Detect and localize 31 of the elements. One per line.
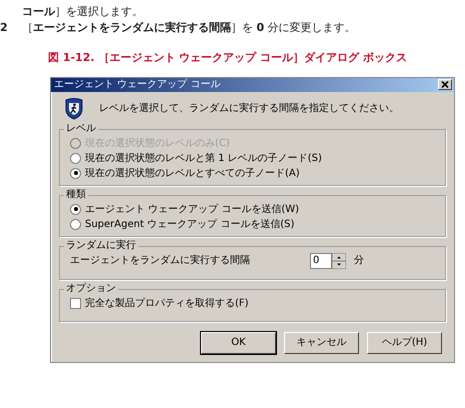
close-icon xyxy=(441,81,449,88)
radio-label: 現在の選択状態のレベルのみ(C) xyxy=(85,136,230,150)
doc-text: ［エージェントをランダムに実行する間隔］を 0 分に変更します。 xyxy=(22,20,356,36)
step-number: 2 xyxy=(0,20,9,36)
radio-label[interactable]: 現在の選択状態のレベルと第 1 レベルの子ノード(S) xyxy=(85,150,322,166)
close-button[interactable] xyxy=(438,79,452,90)
number-field[interactable]: 0 xyxy=(310,252,332,268)
dialog-button[interactable]: キャンセル xyxy=(284,332,359,354)
unit-label: 分 xyxy=(354,254,364,268)
shield-icon xyxy=(65,98,83,120)
group-label: レベル xyxy=(64,122,98,134)
radio-button[interactable] xyxy=(70,218,81,230)
group-label: オプション xyxy=(64,282,118,294)
doc-text: コール］を選択します。 xyxy=(22,4,143,20)
radio-label[interactable]: SuperAgent ウェークアップ コールを送信(S) xyxy=(85,216,294,232)
checkbox-label[interactable]: 完全な製品プロパティを取得する(F) xyxy=(85,296,249,310)
group-label: 種類 xyxy=(64,188,88,200)
radio-label[interactable]: 現在の選択状態のレベルとすべての子ノード(A) xyxy=(85,166,300,180)
window-title: エージェント ウェークアップ コール xyxy=(54,78,220,90)
radio-button[interactable] xyxy=(70,168,81,178)
radio-label[interactable]: エージェント ウェークアップ コールを送信(W) xyxy=(85,202,300,216)
radio-button[interactable] xyxy=(70,152,81,164)
dialog-message: レベルを選択して、ランダムに実行する間隔を指定してください。 xyxy=(99,102,399,116)
group-label: ランダムに実行 xyxy=(64,238,138,252)
dialog-button[interactable]: ヘルプ(H) xyxy=(367,332,442,354)
dialog-button[interactable]: OK xyxy=(201,332,276,354)
spin-buttons[interactable] xyxy=(332,252,346,268)
radio-button[interactable] xyxy=(70,204,81,214)
field-label: エージェントをランダムに実行する間隔 xyxy=(70,254,250,268)
figure-caption: 図 1-12. ［エージェント ウェークアップ コール］ダイアログ ボックス xyxy=(47,50,408,66)
checkbox[interactable] xyxy=(70,298,81,308)
